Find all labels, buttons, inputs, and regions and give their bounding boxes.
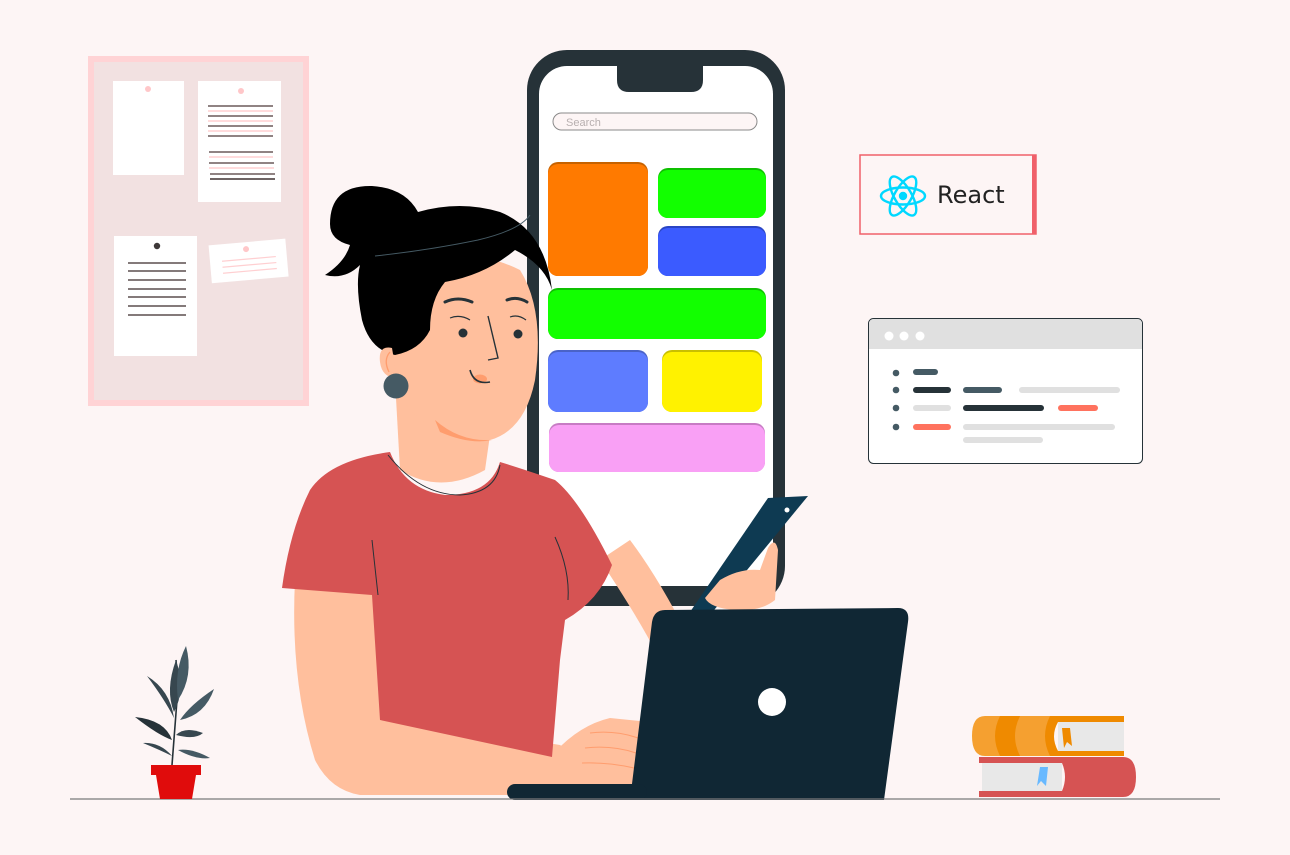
note-lined-bottom	[114, 236, 197, 356]
orange-book	[972, 716, 1124, 756]
yellow-tile[interactable]	[662, 352, 762, 412]
laptop-base	[507, 784, 647, 800]
note-lined-top	[198, 81, 281, 202]
window-dot-icon	[915, 331, 925, 341]
search-placeholder: Search	[566, 117, 601, 129]
pin-icon	[238, 88, 244, 94]
green-tile-small[interactable]	[658, 170, 766, 218]
earring-icon	[383, 373, 409, 399]
bullet-icon	[892, 386, 900, 394]
illustration-canvas: Search React	[0, 0, 1290, 855]
window-dot-icon	[899, 331, 909, 341]
left-eye	[458, 328, 468, 338]
periwinkle-tile[interactable]	[548, 352, 648, 412]
note-tilted	[208, 238, 289, 284]
phone-notch	[617, 60, 703, 92]
note-blank	[113, 81, 184, 175]
corkboard	[88, 56, 309, 406]
window-dot-icon	[884, 331, 894, 341]
orange-tile[interactable]	[548, 164, 648, 276]
bullet-icon	[892, 423, 900, 431]
green-tile-wide[interactable]	[548, 290, 766, 339]
pot-rim	[151, 765, 201, 775]
search-bar[interactable]: Search	[552, 112, 758, 131]
right-eye	[513, 329, 523, 339]
blue-tile[interactable]	[658, 228, 766, 276]
bullet-icon	[892, 404, 900, 412]
phone-camera-icon	[784, 507, 790, 513]
pink-tile[interactable]	[549, 425, 765, 472]
bullet-icon	[892, 369, 900, 377]
react-label: React	[937, 181, 1005, 209]
react-badge-edge	[1032, 155, 1036, 234]
code-window-titlebar	[869, 319, 1142, 349]
pot-body	[156, 775, 196, 799]
red-book	[979, 757, 1136, 797]
code-window	[868, 318, 1143, 464]
pin-icon	[145, 86, 151, 92]
react-badge: React	[859, 154, 1037, 235]
pin-icon	[153, 242, 161, 250]
laptop-logo-icon	[758, 688, 786, 716]
